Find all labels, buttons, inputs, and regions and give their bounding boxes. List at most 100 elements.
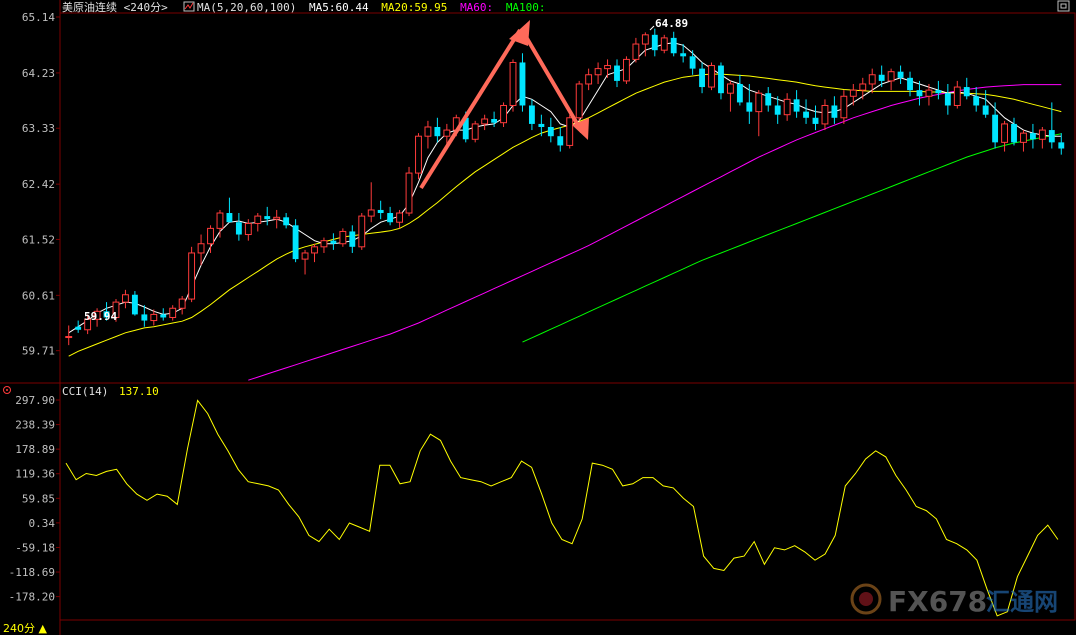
candle-body-up — [216, 212, 224, 229]
candle-body-up — [244, 222, 252, 236]
candle-body-up — [207, 227, 214, 245]
candle-body-up — [726, 83, 734, 94]
cci-tick-label: -178.20 — [9, 591, 55, 604]
ma5-value: MA5:60.44 — [309, 1, 369, 14]
cci-tick-label: 59.85 — [22, 492, 55, 505]
candle-body-down — [160, 314, 167, 318]
svg-text:美原油连续 <240分>: 美原油连续 <240分> — [62, 0, 168, 14]
candle-body-up — [415, 135, 422, 174]
candle-body-up — [604, 65, 611, 70]
cci-label: CCI(14) — [62, 385, 108, 398]
candle-body-down — [292, 225, 299, 260]
candle-body-down — [736, 83, 743, 103]
candle-body-down — [614, 65, 620, 81]
candle-body-up — [481, 118, 489, 125]
candle-body-down — [718, 65, 724, 94]
candle-body-up — [254, 215, 262, 224]
price-axis: 65.14 64.23 63.33 62.42 61.52 60.61 59.71 — [22, 11, 60, 358]
candle-body-down — [803, 111, 809, 118]
candle-body-down — [141, 314, 148, 321]
candle-body-up — [859, 83, 867, 91]
candle-body-up — [358, 215, 366, 248]
price-tick-label: 63.33 — [22, 122, 55, 135]
candle-body-up — [367, 209, 375, 217]
candle-body-down — [878, 74, 885, 81]
candle-body-up — [575, 83, 583, 119]
candle-body-up — [443, 129, 451, 137]
cci-tick-label: 297.90 — [15, 394, 55, 407]
candle-body-up — [1001, 123, 1008, 143]
candle-body-up — [424, 126, 432, 137]
period-tab[interactable]: 240分 ▲ — [3, 622, 47, 635]
cci-tick-label: 119.36 — [15, 468, 55, 481]
candle-body-up — [188, 252, 196, 300]
candle-body-up — [500, 104, 507, 124]
price-tick-label: 60.61 — [22, 289, 55, 302]
fx678-watermark: FX678 汇通网 — [850, 583, 1058, 618]
candle-body-down — [235, 222, 242, 235]
candles — [65, 28, 1065, 346]
candle-body-up — [887, 71, 895, 82]
candle-body-down — [226, 213, 233, 223]
candle-body-up — [1038, 129, 1046, 140]
price-tick-label: 62.42 — [22, 178, 55, 191]
high-annotation-pointer — [649, 25, 655, 31]
candle-body-up — [783, 98, 791, 116]
ma-settings-icon-glyph — [184, 2, 194, 10]
candle-body-down — [519, 62, 526, 106]
ma60-value: MA60: — [460, 1, 493, 14]
candle-body-down — [1058, 142, 1065, 149]
candle-body-up — [925, 89, 933, 97]
maximize-button[interactable] — [1057, 0, 1070, 12]
candle-body-down — [387, 213, 394, 223]
candle-body-up — [585, 74, 593, 85]
indicator-settings-dot — [6, 389, 8, 391]
moving-average-lines — [68, 42, 1062, 381]
candle-body-up — [840, 95, 848, 119]
candle-body-up — [471, 123, 479, 140]
candle-body-down — [651, 34, 658, 51]
candle-body-up — [150, 313, 158, 322]
candle-body-up — [594, 68, 602, 76]
candle-body-down — [689, 56, 696, 69]
high-annotation: 64.89 — [655, 17, 688, 30]
candlestick-chart[interactable]: 65.14 64.23 63.33 62.42 61.52 60.61 59.71 297.… — [0, 0, 1076, 635]
candle-body-up — [868, 74, 876, 85]
candle-body-up — [641, 34, 649, 45]
candle-body-down — [831, 105, 838, 118]
candle-body-down — [330, 240, 337, 244]
candle-body-down — [670, 37, 677, 54]
candle-body-up — [660, 37, 668, 51]
candle-body-down — [982, 105, 989, 115]
candle-body-down — [765, 93, 772, 106]
candle-body-down — [897, 71, 904, 78]
cci-value: 137.10 — [119, 385, 159, 398]
price-tick-label: 59.71 — [22, 345, 55, 358]
ma100-value: MA100: — [506, 1, 546, 14]
period-label: <240分> — [124, 1, 168, 14]
candle-body-up — [953, 86, 961, 106]
price-tick-label: 64.23 — [22, 67, 55, 80]
candle-body-up — [197, 243, 205, 254]
candle-body-up — [169, 307, 177, 318]
low-annotation: 59.94 — [84, 310, 117, 323]
ma-params-label: MA(5,20,60,100) — [197, 1, 296, 14]
candle-body-down — [1048, 130, 1055, 143]
watermark-text-cn: 汇通网 — [986, 588, 1058, 616]
candle-body-down — [264, 216, 271, 220]
candle-body-down — [75, 326, 82, 330]
candle-body-up — [65, 336, 73, 339]
watermark-logo-core — [859, 592, 873, 606]
candle-body-down — [349, 231, 356, 247]
candle-body-up — [301, 252, 309, 260]
cci-tick-label: -118.69 — [9, 566, 55, 579]
candle-body-down — [538, 123, 545, 127]
cci-tick-label: 238.39 — [15, 419, 55, 432]
candle-body-up — [178, 298, 186, 309]
candle-body-down — [377, 209, 384, 214]
candle-body-down — [1029, 133, 1036, 140]
candle-body-down — [528, 105, 535, 124]
candle-body-up — [632, 43, 640, 60]
candle-body-down — [916, 90, 923, 97]
candle-body-down — [907, 77, 913, 91]
